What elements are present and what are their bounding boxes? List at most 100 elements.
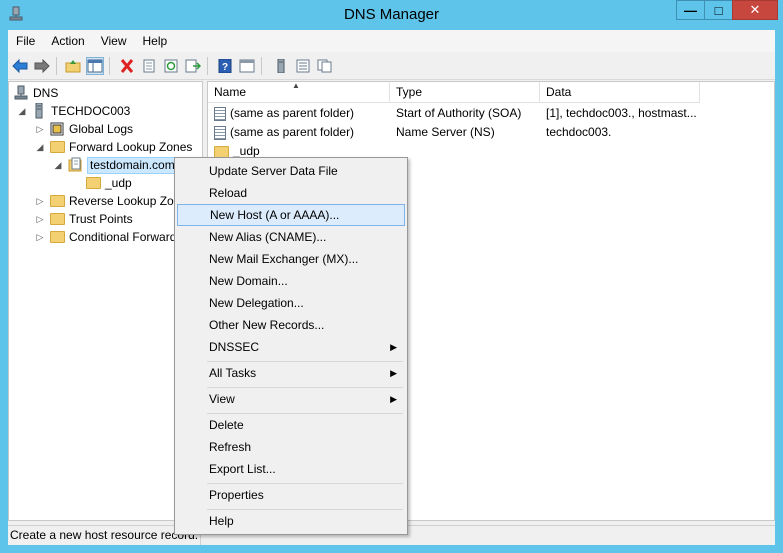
menu-item-label: DNSSEC [209, 340, 260, 354]
menu-item-label: New Domain... [209, 274, 288, 288]
menu-help[interactable]: Help [177, 510, 405, 532]
cell-name: (same as parent folder) [214, 104, 354, 123]
tree-item-udp[interactable]: _udp [85, 174, 132, 192]
cell-data: [1], techdoc003., hostmast... [546, 106, 697, 120]
toolbar-separator [207, 57, 208, 75]
context-menu: Update Server Data File Reload New Host … [174, 157, 408, 535]
menu-item-label: New Alias (CNAME)... [209, 230, 327, 244]
tree-item-forward-lookup-zones[interactable]: ◢ Forward Lookup Zones [35, 138, 193, 156]
forward-arrow-icon[interactable] [33, 57, 51, 75]
dns-manager-window: DNS Manager — □ ✕ File Action View Help [0, 0, 783, 553]
column-header-label: Name [214, 85, 247, 99]
delete-icon[interactable] [118, 57, 136, 75]
show-hide-tree-icon[interactable] [86, 57, 104, 75]
status-text: Create a new host resource record. [8, 526, 201, 545]
menu-new-mail-exchanger[interactable]: New Mail Exchanger (MX)... [177, 248, 405, 270]
menu-item-label: Update Server Data File [209, 164, 338, 178]
tree-item-server[interactable]: ◢ TECHDOC003 [17, 102, 130, 120]
menu-item-label: Help [209, 514, 234, 528]
expand-icon[interactable]: ▷ [35, 120, 45, 138]
tree-item-global-logs[interactable]: ▷ Global Logs [35, 120, 134, 138]
menu-refresh[interactable]: Refresh [177, 436, 405, 458]
menu-new-host[interactable]: New Host (A or AAAA)... [177, 204, 405, 226]
tree-item-trust-points[interactable]: ▷ Trust Points [35, 210, 133, 228]
menu-view[interactable]: View ▶ [177, 388, 405, 410]
copy-icon[interactable] [316, 57, 334, 75]
column-header-label: Data [546, 85, 572, 99]
tree-item-reverse-lookup-zones[interactable]: ▷ Reverse Lookup Zones [35, 192, 194, 210]
dns-icon [13, 85, 29, 101]
column-header-label: Type [396, 85, 423, 99]
column-header-data[interactable]: Data [540, 82, 700, 103]
tree-item-label: testdomain.com [87, 156, 178, 174]
menu-bar: File Action View Help [8, 30, 775, 52]
console-icon[interactable] [238, 57, 256, 75]
collapse-icon[interactable]: ◢ [17, 102, 27, 120]
menu-help[interactable]: Help [135, 30, 176, 52]
title-bar[interactable]: DNS Manager — □ ✕ [0, 0, 783, 30]
folder-icon [214, 145, 229, 158]
record-icon [214, 125, 226, 140]
menu-update-server-data-file[interactable]: Update Server Data File [177, 160, 405, 182]
column-header-type[interactable]: Type [390, 82, 540, 103]
menu-export-list[interactable]: Export List... [177, 458, 405, 480]
menu-new-alias[interactable]: New Alias (CNAME)... [177, 226, 405, 248]
server-icon[interactable] [272, 57, 290, 75]
tree-item-label: Forward Lookup Zones [69, 140, 193, 154]
maximize-button[interactable]: □ [704, 0, 733, 20]
cell-name-text: (same as parent folder) [230, 106, 355, 120]
menu-item-label: Delete [209, 418, 244, 432]
collapse-icon[interactable]: ◢ [53, 156, 63, 174]
menu-action[interactable]: Action [43, 30, 92, 52]
expand-icon[interactable]: ▷ [35, 228, 45, 246]
menu-new-delegation[interactable]: New Delegation... [177, 292, 405, 314]
menu-new-domain[interactable]: New Domain... [177, 270, 405, 292]
collapse-icon[interactable]: ◢ [35, 138, 45, 156]
tree-item-testdomain[interactable]: ◢ testdomain.com [53, 156, 178, 174]
submenu-arrow-icon: ▶ [390, 394, 397, 404]
expand-icon[interactable]: ▷ [35, 210, 45, 228]
server-icon [31, 103, 47, 119]
minimize-button[interactable]: — [676, 0, 705, 20]
tree-item-conditional-forwarders[interactable]: ▷ Conditional Forwarders [35, 228, 194, 246]
window-title: DNS Manager [343, 6, 440, 23]
menu-item-label: Reload [209, 186, 248, 200]
menu-delete[interactable]: Delete [177, 414, 405, 436]
menu-file[interactable]: File [8, 30, 43, 52]
menu-properties[interactable]: Properties [177, 484, 405, 506]
cell-name: (same as parent folder) [214, 123, 354, 142]
table-row[interactable]: (same as parent folder) Start of Authori… [208, 104, 774, 123]
zone-icon [67, 157, 83, 173]
toolbar-separator [109, 57, 110, 75]
table-row[interactable]: (same as parent folder) Name Server (NS)… [208, 123, 774, 142]
menu-dnssec[interactable]: DNSSEC ▶ [177, 336, 405, 358]
menu-item-label: All Tasks [209, 366, 257, 380]
cell-type: Name Server (NS) [396, 125, 495, 139]
tree-item-label: Global Logs [69, 122, 134, 136]
menu-view[interactable]: View [93, 30, 135, 52]
up-folder-icon[interactable] [64, 57, 82, 75]
close-button[interactable]: ✕ [732, 0, 778, 20]
tree-item-label: TECHDOC003 [51, 104, 131, 118]
menu-item-label: Other New Records... [209, 318, 325, 332]
submenu-arrow-icon: ▶ [390, 368, 397, 378]
log-icon [49, 121, 65, 137]
folder-icon [49, 139, 65, 155]
menu-item-label: New Host (A or AAAA)... [210, 208, 340, 222]
column-header-name[interactable]: Name ▲ [208, 82, 390, 103]
list-icon[interactable] [294, 57, 312, 75]
menu-reload[interactable]: Reload [177, 182, 405, 204]
properties-icon[interactable] [140, 57, 158, 75]
folder-icon [49, 211, 65, 227]
export-list-icon[interactable] [184, 57, 202, 75]
toolbar-separator [261, 57, 262, 75]
expand-icon[interactable]: ▷ [35, 192, 45, 210]
tree-item-dns[interactable]: DNS [13, 84, 58, 102]
back-arrow-icon[interactable] [11, 57, 29, 75]
help-icon[interactable]: ? [216, 57, 234, 75]
tree-item-label: _udp [105, 176, 132, 190]
menu-all-tasks[interactable]: All Tasks ▶ [177, 362, 405, 384]
refresh-icon[interactable] [162, 57, 180, 75]
menu-other-new-records[interactable]: Other New Records... [177, 314, 405, 336]
sort-ascending-icon: ▲ [292, 81, 300, 90]
